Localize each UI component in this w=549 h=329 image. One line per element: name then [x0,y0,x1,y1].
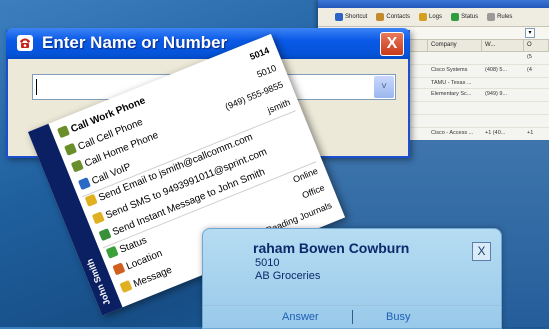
shortcut-icon [335,13,343,21]
column-header[interactable]: O [524,40,549,51]
toast-close-button[interactable]: X [472,242,491,261]
dialog-title: Enter Name or Number [42,33,228,52]
toolbar-status-button[interactable]: Status [448,11,481,23]
phone-icon [63,142,77,156]
text-caret [36,79,37,95]
toolbar-label: Rules [497,14,513,20]
toolbar-shortcut-button[interactable]: Shortcut [332,11,370,23]
toolbar-contacts-button[interactable]: Contacts [373,11,413,23]
table-cell [524,89,549,101]
rules-icon [487,13,496,21]
table-cell: (949) 9... [485,91,508,97]
table-cell [428,102,482,114]
table-cell: TAMU - Texas ... [431,80,472,86]
table-cell [482,102,524,114]
dialog-titlebar: Enter Name or Number X [6,28,410,59]
table-cell [428,52,482,64]
table-cell [482,78,524,88]
toolbar-rules-button[interactable]: Rules [484,11,515,23]
caller-name: raham Bowen Cowburn [253,240,410,256]
table-cell: (408) 5... [485,67,508,73]
toolbar-label: Status [461,14,479,20]
table-cell: +1 [527,130,534,136]
phone-icon [70,159,84,173]
action-divider [352,310,353,324]
email-icon [84,193,98,207]
toolbar-logs-button[interactable]: Logs [416,11,445,23]
table-cell: Cisco - Access ... [431,130,474,136]
table-cell: (5 [527,54,532,60]
table-cell: +1 (40... [485,130,506,136]
contact-name: John Smith [84,257,113,307]
table-cell [482,115,524,127]
column-header[interactable]: W... [482,40,524,51]
table-cell [524,78,549,88]
busy-button[interactable]: Busy [386,311,410,323]
sms-icon [91,210,105,224]
toolbar-label: Logs [429,14,443,20]
table-cell: (4 [527,67,532,73]
menu-item-value: 5014 [248,45,271,62]
status-icon [451,13,460,21]
caller-extension: 5010 [255,257,280,269]
menu-item-value: Office [300,182,327,201]
menu-item-value: 5010 [255,62,278,80]
toolbar-label: Contacts [386,14,411,20]
incoming-call-toast: raham Bowen Cowburn 5010 AB Groceries X … [202,228,502,329]
menu-item-value: Online [291,165,320,185]
background-toolbar: Shortcut Contacts Logs Status Rules [318,8,549,27]
column-header[interactable]: Company [428,40,482,51]
table-cell [524,102,549,114]
caller-company: AB Groceries [255,270,321,282]
table-cell [428,115,482,127]
contacts-icon [376,13,385,21]
toast-actions: Answer Busy [203,305,501,328]
phone-icon [56,125,70,139]
table-cell [524,115,549,127]
status-icon [105,245,119,259]
location-icon [112,262,126,276]
background-titlebar [318,0,549,8]
table-cell: Elementary Sc... [431,91,472,97]
answer-button[interactable]: Answer [282,311,319,323]
logs-icon [419,13,428,21]
table-cell: Cisco Systems [431,67,468,73]
chevron-down-icon[interactable]: ˅ [374,76,394,98]
im-icon [98,228,112,242]
table-cell [482,52,524,64]
message-icon [119,279,133,293]
filter-dropdown-icon[interactable]: ▾ [525,28,535,38]
phone-icon [17,35,33,51]
dialog-close-button[interactable]: X [380,32,404,56]
voip-icon [77,176,91,190]
toolbar-label: Shortcut [345,14,368,20]
